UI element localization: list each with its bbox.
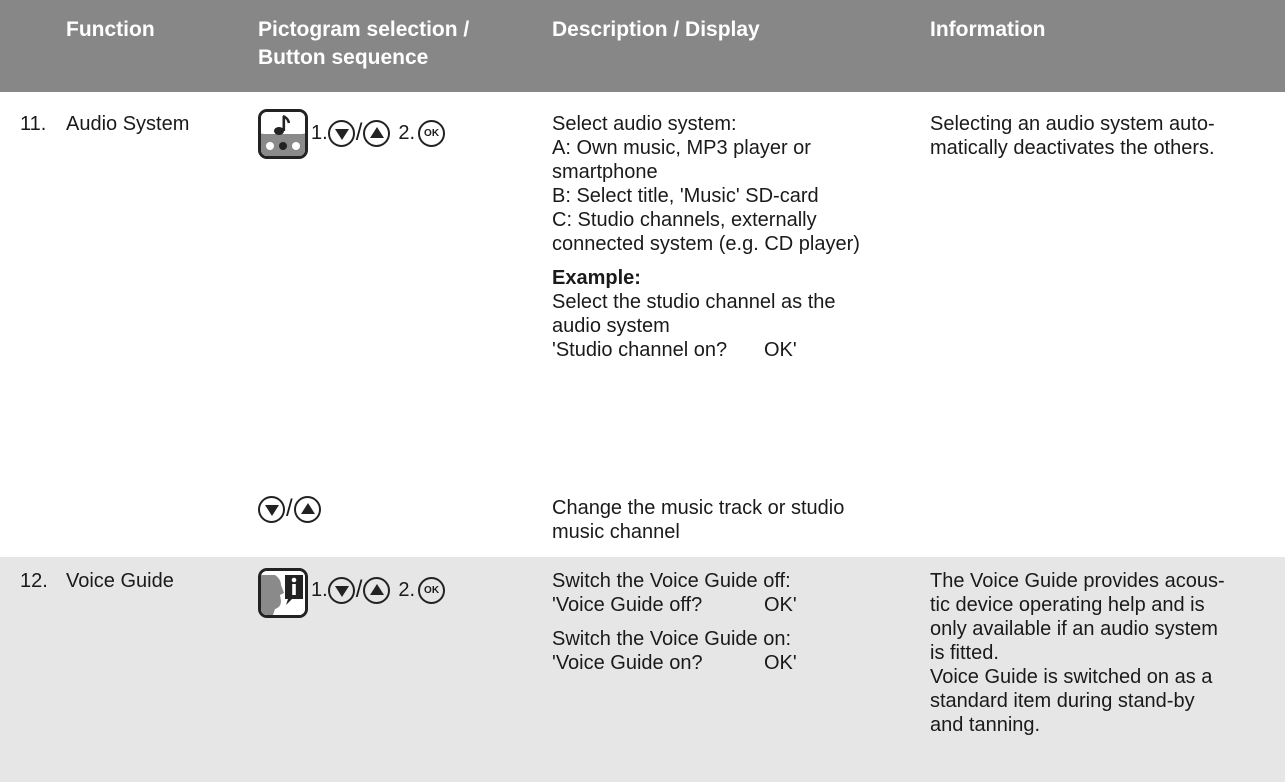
row-description: Select audio system: A: Own music, MP3 p… xyxy=(552,112,932,362)
info-line: only available if an audio system xyxy=(930,618,1218,640)
description-line: C: Studio channels, externally xyxy=(552,209,817,231)
row-function: Voice Guide xyxy=(66,570,174,592)
ok-button-icon: OK xyxy=(418,576,446,604)
secondary-line: music channel xyxy=(552,521,680,543)
example-prompt: 'Studio channel on? OK' xyxy=(552,338,932,362)
description-line: A: Own music, MP3 player or xyxy=(552,137,811,159)
secondary-button-sequence: / xyxy=(258,494,321,524)
info-line: The Voice Guide provides acous- xyxy=(930,570,1225,592)
description-line: Select audio system: xyxy=(552,113,737,135)
row-description: Switch the Voice Guide off: 'Voice Guide… xyxy=(552,569,932,675)
button-sequence: 1. / 2. OK xyxy=(311,575,446,605)
up-arrow-button-icon xyxy=(363,119,391,147)
step-two-label: 2. xyxy=(398,122,416,144)
row-information: The Voice Guide provides acous- tic devi… xyxy=(930,569,1280,737)
info-line: and tanning. xyxy=(930,714,1041,736)
description-off-prompt: 'Voice Guide off? OK' xyxy=(552,593,932,617)
description-on-line: Switch the Voice Guide on: xyxy=(552,628,792,650)
example-prompt-ok: OK' xyxy=(764,339,797,361)
example-line: Select the studio channel as the xyxy=(552,291,836,313)
description-on-prompt: 'Voice Guide on? OK' xyxy=(552,651,932,675)
up-arrow-button-icon xyxy=(293,495,321,523)
up-arrow-button-icon xyxy=(363,576,391,604)
row-number: 11. xyxy=(20,113,47,135)
voice-guide-icon xyxy=(258,568,308,618)
example-heading: Example: xyxy=(552,267,641,289)
off-prompt-ok: OK' xyxy=(764,594,797,616)
slash-separator: / xyxy=(286,495,293,522)
table-header: Function Pictogram selection / Button se… xyxy=(0,0,1285,92)
off-prompt-text: 'Voice Guide off? xyxy=(552,594,703,616)
down-arrow-button-icon xyxy=(327,576,355,604)
table-row-voice-guide: 12. Voice Guide 1. / 2. OK Switch the Vo… xyxy=(0,557,1285,782)
slash-separator: / xyxy=(355,576,363,603)
secondary-description: Change the music track or studio music c… xyxy=(552,496,932,544)
header-information: Information xyxy=(930,18,1046,41)
down-arrow-button-icon xyxy=(258,495,285,523)
step-two-label: 2. xyxy=(398,579,416,601)
secondary-line: Change the music track or studio xyxy=(552,497,845,519)
ok-button-icon: OK xyxy=(418,119,446,147)
on-prompt-text: 'Voice Guide on? xyxy=(552,652,703,674)
description-line: B: Select title, 'Music' SD-card xyxy=(552,185,819,207)
header-function: Function xyxy=(66,18,155,41)
step-one-label: 1. xyxy=(311,122,328,144)
table-row-audio-system: 11. Audio System 1. / 2. OK Select audio… xyxy=(0,92,1285,557)
down-arrow-button-icon xyxy=(327,119,355,147)
info-line: Voice Guide is switched on as a xyxy=(930,666,1213,688)
info-line: Selecting an audio system auto- xyxy=(930,113,1215,135)
row-number: 12. xyxy=(20,570,48,592)
info-line: matically deactivates the others. xyxy=(930,137,1215,159)
info-line: standard item during stand-by xyxy=(930,690,1195,712)
music-note-icon xyxy=(258,109,308,159)
slash-separator: / xyxy=(355,119,363,146)
description-line: connected system (e.g. CD player) xyxy=(552,233,860,255)
button-sequence: 1. / 2. OK xyxy=(311,118,446,148)
description-line: smartphone xyxy=(552,161,658,183)
row-information: Selecting an audio system auto- maticall… xyxy=(930,112,1280,160)
step-one-label: 1. xyxy=(311,579,328,601)
row-function: Audio System xyxy=(66,113,190,135)
header-pictogram-line2: Button sequence xyxy=(258,46,429,69)
header-pictogram: Pictogram selection / Button sequence xyxy=(258,16,469,72)
example-line: audio system xyxy=(552,315,670,337)
header-description: Description / Display xyxy=(552,18,760,41)
info-line: is fitted. xyxy=(930,642,999,664)
on-prompt-ok: OK' xyxy=(764,652,797,674)
header-pictogram-line1: Pictogram selection / xyxy=(258,18,470,41)
example-prompt-text: 'Studio channel on? xyxy=(552,339,728,361)
description-off-line: Switch the Voice Guide off: xyxy=(552,570,791,592)
info-line: tic device operating help and is xyxy=(930,594,1205,616)
